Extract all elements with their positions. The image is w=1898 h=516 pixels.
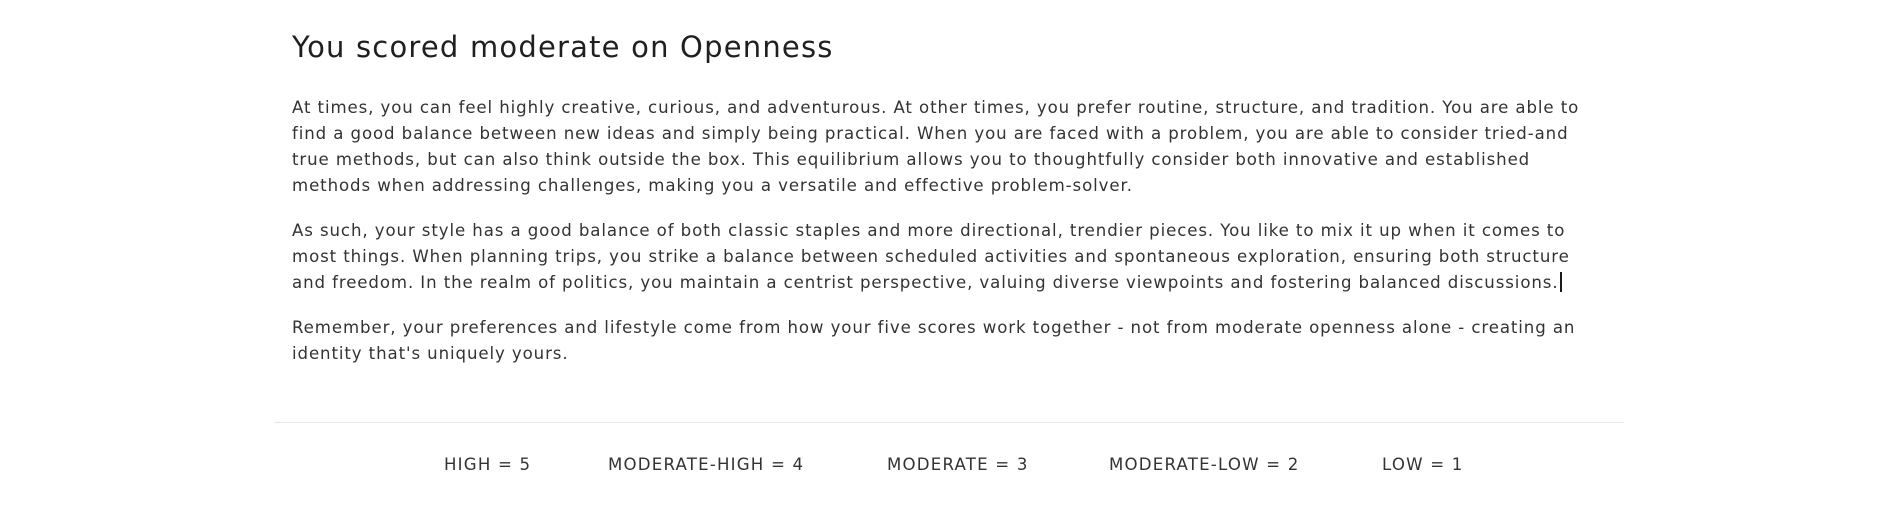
result-paragraph-style: As such, your style has a good balance o… (292, 218, 1592, 296)
legend-item-moderate-high: MODERATE-HIGH = 4 (608, 455, 805, 474)
legend-item-moderate-low: MODERATE-LOW = 2 (1109, 455, 1300, 474)
section-divider (274, 422, 1624, 423)
text-cursor (1559, 272, 1562, 292)
paragraph-text: Remember, your preferences and lifestyle… (292, 318, 1576, 363)
legend-item-low: LOW = 1 (1382, 455, 1464, 474)
paragraph-text: At times, you can feel highly creative, … (292, 98, 1580, 195)
result-paragraph-reminder: Remember, your preferences and lifestyle… (292, 315, 1592, 367)
legend-item-moderate: MODERATE = 3 (887, 455, 1029, 474)
legend-item-high: HIGH = 5 (444, 455, 532, 474)
page-title: You scored moderate on Openness (292, 30, 834, 64)
paragraph-text: As such, your style has a good balance o… (292, 221, 1570, 292)
score-legend: HIGH = 5 MODERATE-HIGH = 4 MODERATE = 3 … (0, 455, 1898, 479)
result-paragraph-description: At times, you can feel highly creative, … (292, 95, 1592, 199)
